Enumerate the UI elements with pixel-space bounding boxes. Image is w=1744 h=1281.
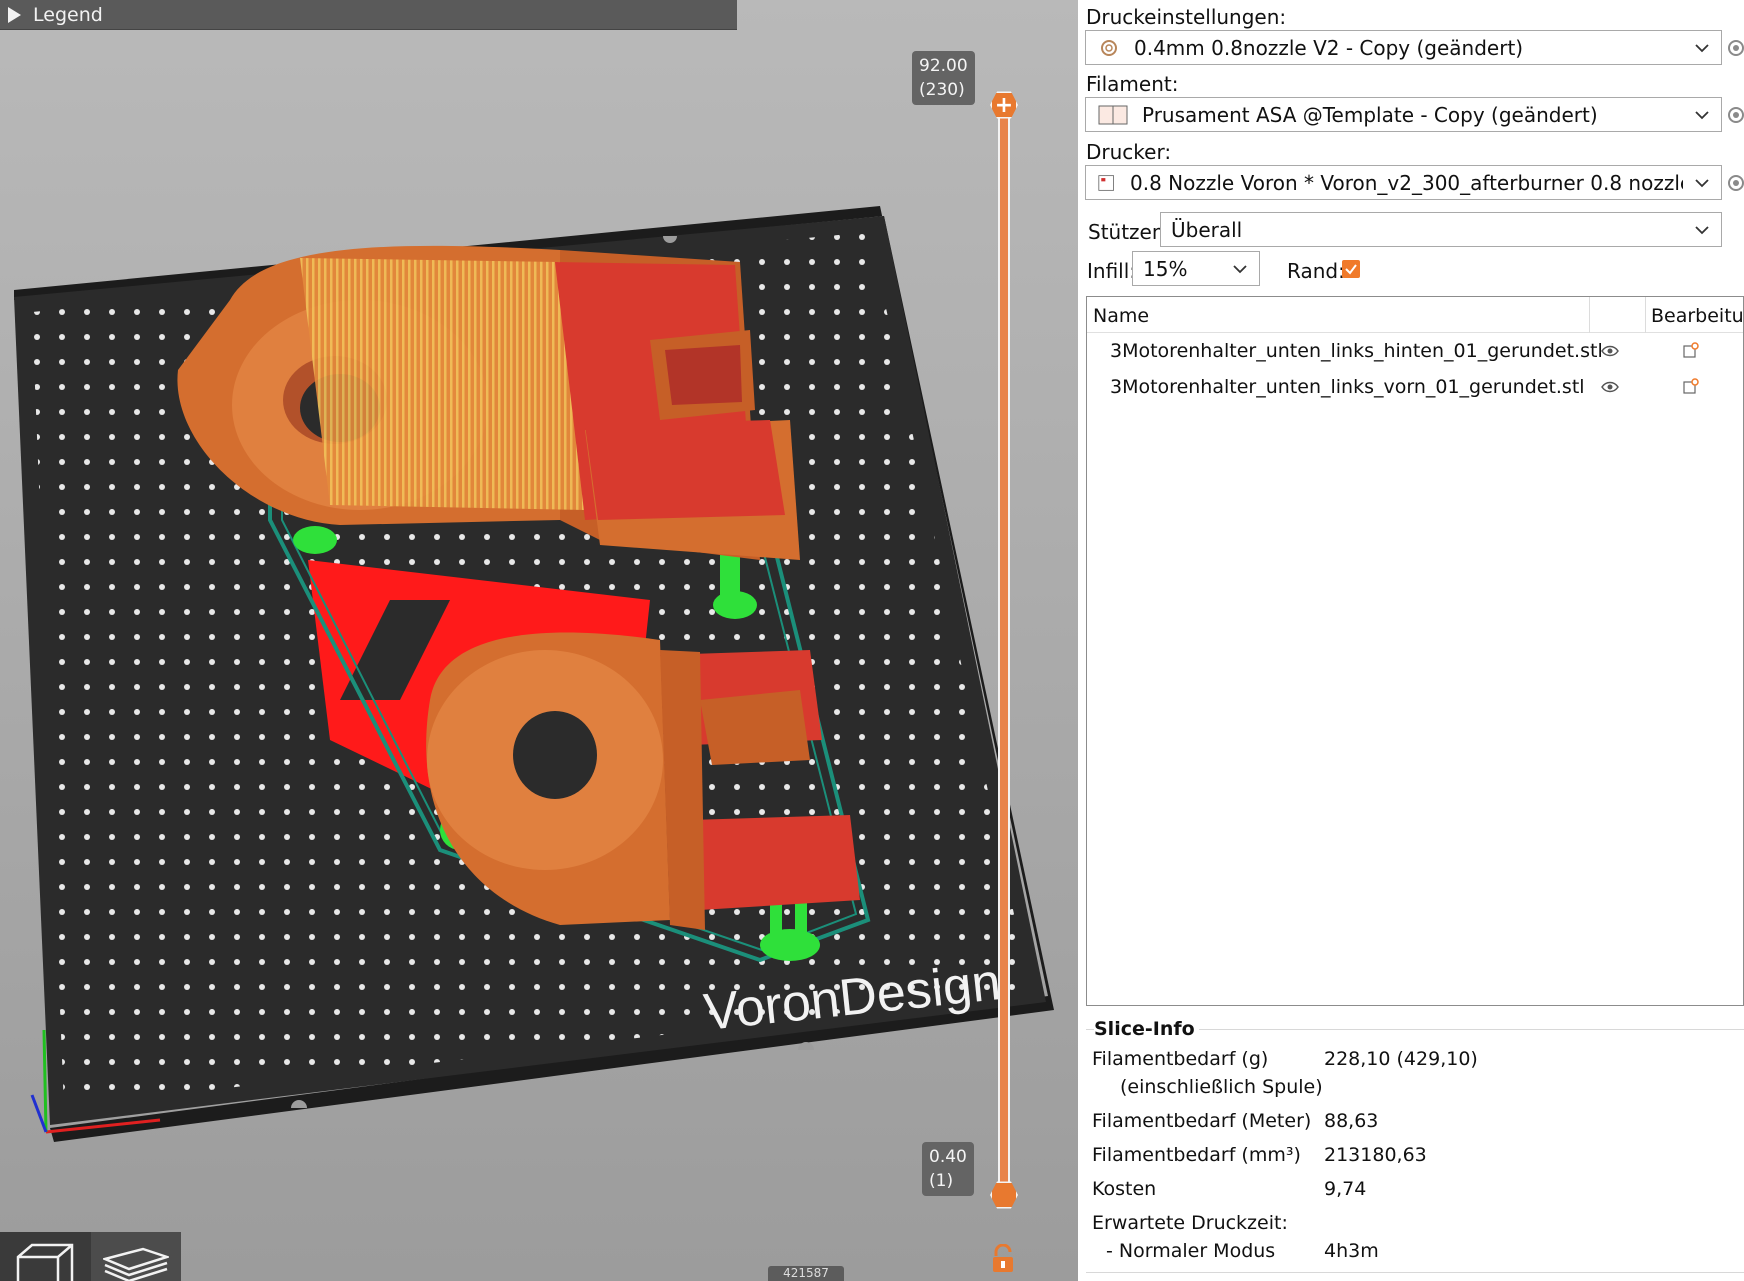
supports-combo[interactable]: Überall — [1160, 212, 1722, 247]
print-settings-combo[interactable]: 0.4mm 0.8nozzle V2 - Copy (geändert) — [1085, 30, 1722, 65]
column-name[interactable]: Name — [1093, 305, 1149, 327]
brim-label: Rand: — [1287, 259, 1345, 283]
play-triangle-icon — [8, 6, 21, 23]
slider-bottom-label: 0.40 (1) — [922, 1142, 974, 1196]
unlock-icon[interactable] — [990, 1244, 1016, 1274]
printer-value: 0.8 Nozzle Voron * Voron_v2_300_afterbur… — [1130, 170, 1683, 195]
object-list-header: Name Bearbeitu... — [1087, 297, 1744, 333]
view-mode-toggles — [0, 1232, 181, 1281]
filament-g-label: Filamentbedarf (g) — [1092, 1048, 1269, 1070]
edit-settings-icon[interactable] — [1682, 377, 1700, 395]
column-edit[interactable]: Bearbeitu... — [1651, 305, 1744, 327]
gear-icon — [1101, 39, 1117, 56]
layers-view-button[interactable] — [90, 1232, 181, 1281]
print-settings-gear-icon[interactable] — [1726, 38, 1744, 58]
slice-info: Slice-Info Filamentbedarf (g) 228,10 (42… — [1086, 1006, 1744, 1281]
object-name: 3Motorenhalter_unten_links_vorn_01_gerun… — [1110, 376, 1585, 398]
edit-settings-icon[interactable] — [1682, 341, 1700, 359]
layer-slider-track[interactable] — [998, 104, 1010, 1196]
legend-toggle[interactable]: Legend — [0, 0, 737, 30]
settings-panel: Druckeinstellungen: 0.4mm 0.8nozzle V2 -… — [1078, 0, 1744, 1281]
printer-icon — [1098, 174, 1114, 191]
object-row[interactable]: 3Motorenhalter_unten_links_vorn_01_gerun… — [1087, 369, 1743, 405]
normal-mode-label: - Normaler Modus — [1106, 1240, 1276, 1262]
3d-view-icon — [17, 1243, 74, 1281]
object-list: Name Bearbeitu... 3Motorenhalter_unten_l… — [1086, 296, 1744, 1006]
bottom-counter: 421587 — [768, 1266, 844, 1281]
filament-color-icon — [1098, 105, 1128, 124]
print-settings-value: 0.4mm 0.8nozzle V2 - Copy (geändert) — [1134, 35, 1524, 60]
brim-checkbox[interactable] — [1342, 260, 1360, 278]
printer-combo[interactable]: 0.8 Nozzle Voron * Voron_v2_300_afterbur… — [1085, 165, 1722, 200]
object-row[interactable]: 3Motorenhalter_unten_links_hinten_01_ger… — [1087, 333, 1743, 369]
slider-top-label: 92.00 (230) — [912, 51, 975, 105]
filament-m-label: Filamentbedarf (Meter) — [1092, 1110, 1312, 1132]
slider-bottom-value: 0.40 — [929, 1147, 967, 1167]
filament-m-value: 88,63 — [1324, 1110, 1379, 1132]
filament-g-sub: (einschließlich Spule) — [1120, 1076, 1323, 1098]
chevron-down-icon — [1695, 225, 1709, 234]
print-time-label: Erwartete Druckzeit: — [1092, 1212, 1288, 1234]
filament-value: Prusament ASA @Template - Copy (geändert… — [1142, 102, 1598, 127]
print-settings-label: Druckeinstellungen: — [1086, 5, 1287, 29]
print-preview-scene[interactable]: VoronDesign — [0, 0, 1078, 1281]
infill-label: Infill: — [1087, 259, 1137, 283]
printer-label: Drucker: — [1086, 140, 1172, 164]
filament-combo[interactable]: Prusament ASA @Template - Copy (geändert… — [1085, 97, 1722, 132]
legend-label: Legend — [33, 3, 103, 26]
slice-info-title: Slice-Info — [1094, 1018, 1199, 1040]
infill-combo[interactable]: 15% — [1132, 251, 1260, 286]
eye-icon[interactable] — [1601, 381, 1619, 393]
slider-top-layer: (230) — [919, 80, 965, 100]
filament-mm3-value: 213180,63 — [1324, 1144, 1427, 1166]
object-name: 3Motorenhalter_unten_links_hinten_01_ger… — [1110, 340, 1603, 362]
filament-gear-icon[interactable] — [1726, 105, 1744, 125]
filament-mm3-label: Filamentbedarf (mm³) — [1092, 1144, 1301, 1166]
chevron-down-icon — [1695, 178, 1709, 187]
chevron-down-icon — [1695, 43, 1709, 52]
eye-icon[interactable] — [1601, 345, 1619, 357]
3d-view-button[interactable] — [0, 1232, 91, 1281]
cost-value: 9,74 — [1324, 1178, 1367, 1200]
3d-viewport[interactable]: VoronDesign Legend 92.00 (230) + 0.40 (1… — [0, 0, 1078, 1281]
infill-value: 15% — [1143, 256, 1188, 281]
normal-mode-value: 4h3m — [1324, 1240, 1379, 1262]
printer-gear-icon[interactable] — [1726, 173, 1744, 193]
supports-value: Überall — [1171, 217, 1243, 242]
slider-top-value: 92.00 — [919, 56, 968, 76]
filament-g-value: 228,10 (429,10) — [1324, 1048, 1478, 1070]
chevron-down-icon — [1233, 264, 1247, 273]
layers-view-icon — [102, 1247, 169, 1281]
supports-label: Stützen: — [1088, 220, 1172, 244]
filament-label: Filament: — [1086, 72, 1179, 96]
cost-label: Kosten — [1092, 1178, 1157, 1200]
chevron-down-icon — [1695, 110, 1709, 119]
plus-icon: + — [994, 92, 1014, 118]
slider-bottom-layer: (1) — [929, 1171, 954, 1191]
